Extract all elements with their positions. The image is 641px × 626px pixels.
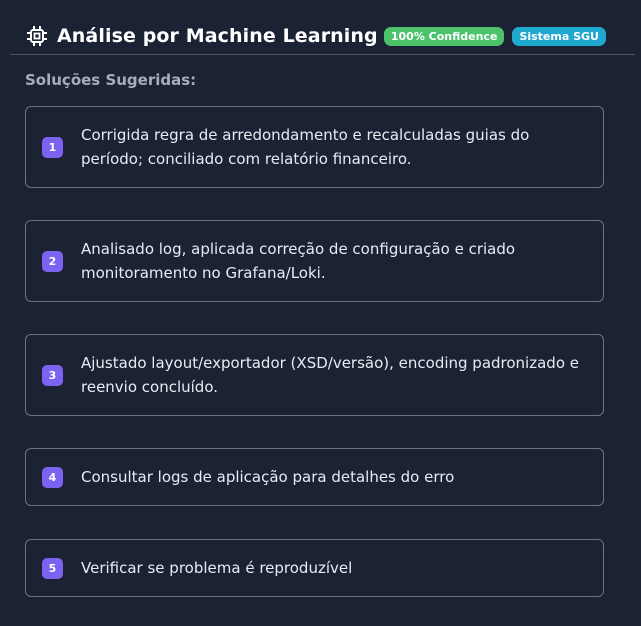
- confidence-badge: 100% Confidence: [383, 26, 505, 46]
- cpu-chip-icon: [25, 24, 49, 48]
- section-title: Soluções Sugeridas:: [25, 71, 197, 89]
- panel-header: Análise por Machine Learning 100% Confid…: [25, 19, 606, 53]
- solution-item: 4 Consultar logs de aplicação para detal…: [25, 448, 604, 506]
- header-divider: [10, 54, 635, 55]
- panel-title: Análise por Machine Learning: [57, 25, 378, 47]
- ml-analysis-panel: Análise por Machine Learning 100% Confid…: [0, 0, 641, 626]
- solution-item: 3 Ajustado layout/exportador (XSD/versão…: [25, 334, 604, 416]
- solution-text: Verificar se problema é reproduzível: [81, 559, 353, 577]
- solution-number-badge: 1: [42, 136, 63, 158]
- solution-text: Consultar logs de aplicação para detalhe…: [81, 468, 455, 486]
- solution-text: Ajustado layout/exportador (XSD/versão),…: [81, 354, 579, 396]
- solution-number-badge: 2: [42, 250, 63, 272]
- solution-item: 5 Verificar se problema é reproduzível: [25, 539, 604, 597]
- system-badge: Sistema SGU: [512, 26, 606, 46]
- solution-item: 2 Analisado log, aplicada correção de co…: [25, 220, 604, 302]
- solution-text: Corrigida regra de arredondamento e reca…: [81, 126, 530, 168]
- badge-group: 100% Confidence Sistema SGU: [383, 26, 606, 46]
- solution-number-badge: 3: [42, 364, 63, 386]
- solution-number-badge: 5: [42, 557, 63, 579]
- solution-number-badge: 4: [42, 466, 63, 488]
- solution-item: 1 Corrigida regra de arredondamento e re…: [25, 106, 604, 188]
- solution-text: Analisado log, aplicada correção de conf…: [81, 240, 516, 282]
